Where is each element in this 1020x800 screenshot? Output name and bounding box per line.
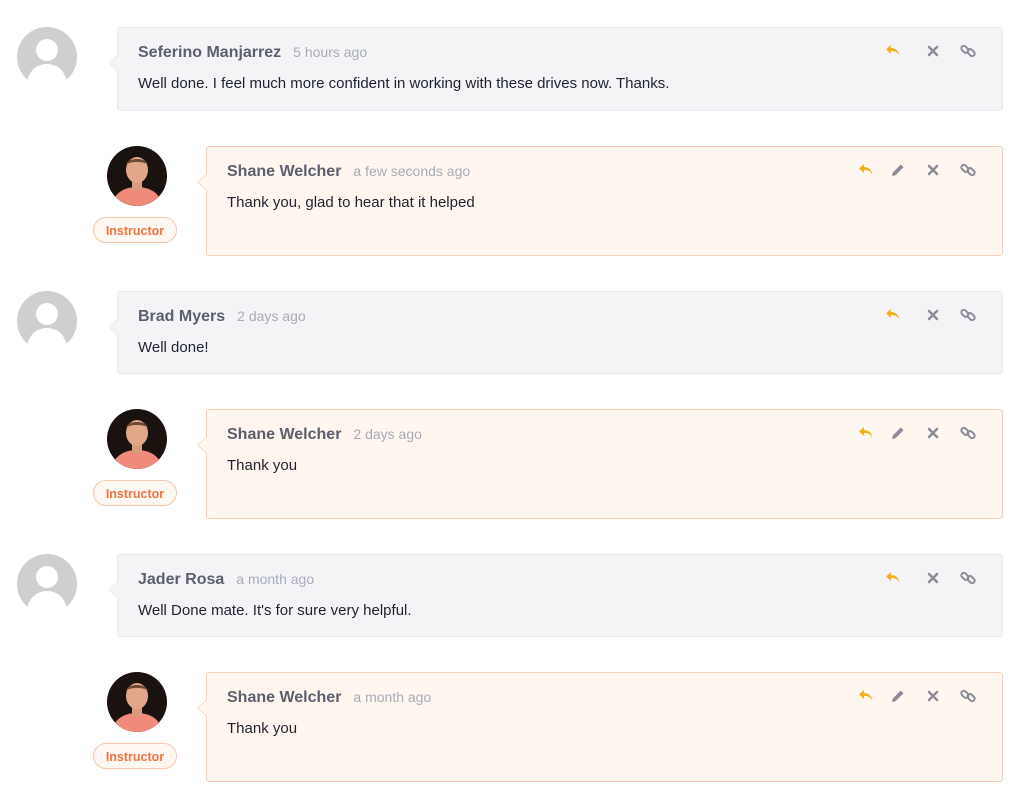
reply-icon[interactable] [857, 161, 875, 179]
comment-header: Brad Myers 2 days ago [138, 308, 306, 326]
edit-icon[interactable] [889, 161, 907, 179]
link-icon[interactable] [959, 42, 977, 60]
edit-icon[interactable] [889, 424, 907, 442]
edit-icon[interactable] [889, 687, 907, 705]
comment-text: Thank you, glad to hear that it helped [227, 194, 475, 211]
default-avatar [17, 27, 77, 87]
link-icon[interactable] [959, 424, 977, 442]
comment-bubble: Brad Myers 2 days ago Well done! [108, 291, 1003, 374]
comment-timestamp[interactable]: 2 days ago [353, 426, 422, 442]
comment-text: Thank you [227, 457, 298, 474]
comment-header: Shane Welcher a few seconds ago [227, 163, 470, 181]
delete-icon[interactable] [924, 306, 942, 324]
comment-author[interactable]: Jader Rosa [138, 571, 224, 588]
instructor-avatar [107, 672, 167, 732]
comment-timestamp[interactable]: a month ago [236, 571, 314, 587]
comment-author[interactable]: Seferino Manjarrez [138, 44, 281, 61]
delete-icon[interactable] [924, 569, 942, 587]
comment-bubble: Shane Welcher a few seconds ago Thank you… [197, 146, 1003, 256]
instructor-badge: Instructor [93, 480, 177, 506]
comment-header: Seferino Manjarrez 5 hours ago [138, 44, 367, 62]
delete-icon[interactable] [924, 161, 942, 179]
instructor-avatar [107, 146, 167, 206]
instructor-badge: Instructor [93, 743, 177, 769]
link-icon[interactable] [959, 687, 977, 705]
comment-author[interactable]: Shane Welcher [227, 426, 341, 443]
reply-icon[interactable] [884, 42, 902, 60]
comment-bubble: Shane Welcher a month ago Thank you [197, 672, 1003, 782]
comment-text: Well done. I feel much more confident in… [138, 75, 670, 92]
reply-icon[interactable] [857, 424, 875, 442]
comment-author[interactable]: Shane Welcher [227, 163, 341, 180]
comment-author[interactable]: Shane Welcher [227, 689, 341, 706]
reply-icon[interactable] [857, 687, 875, 705]
instructor-avatar [107, 409, 167, 469]
comment-timestamp[interactable]: 5 hours ago [293, 44, 367, 60]
link-icon[interactable] [959, 569, 977, 587]
link-icon[interactable] [959, 161, 977, 179]
comment-bubble: Shane Welcher 2 days ago Thank you [197, 409, 1003, 519]
link-icon[interactable] [959, 306, 977, 324]
reply-icon[interactable] [884, 306, 902, 324]
delete-icon[interactable] [924, 424, 942, 442]
delete-icon[interactable] [924, 42, 942, 60]
comment-text: Thank you [227, 720, 298, 737]
comment-author[interactable]: Brad Myers [138, 308, 225, 325]
reply-icon[interactable] [884, 569, 902, 587]
comment-text: Well Done mate. It's for sure very helpf… [138, 602, 412, 619]
comment-header: Shane Welcher 2 days ago [227, 426, 422, 444]
comment-bubble: Seferino Manjarrez 5 hours ago Well done.… [108, 27, 1003, 111]
default-avatar [17, 291, 77, 351]
comment-timestamp[interactable]: 2 days ago [237, 308, 306, 324]
delete-icon[interactable] [924, 687, 942, 705]
comment-text: Well done! [138, 339, 209, 356]
comment-timestamp[interactable]: a few seconds ago [353, 163, 470, 179]
instructor-badge: Instructor [93, 217, 177, 243]
comment-bubble: Jader Rosa a month ago Well Done mate. It… [108, 554, 1003, 637]
comment-header: Shane Welcher a month ago [227, 689, 431, 707]
comment-timestamp[interactable]: a month ago [353, 689, 431, 705]
comment-header: Jader Rosa a month ago [138, 571, 314, 589]
default-avatar [17, 554, 77, 614]
